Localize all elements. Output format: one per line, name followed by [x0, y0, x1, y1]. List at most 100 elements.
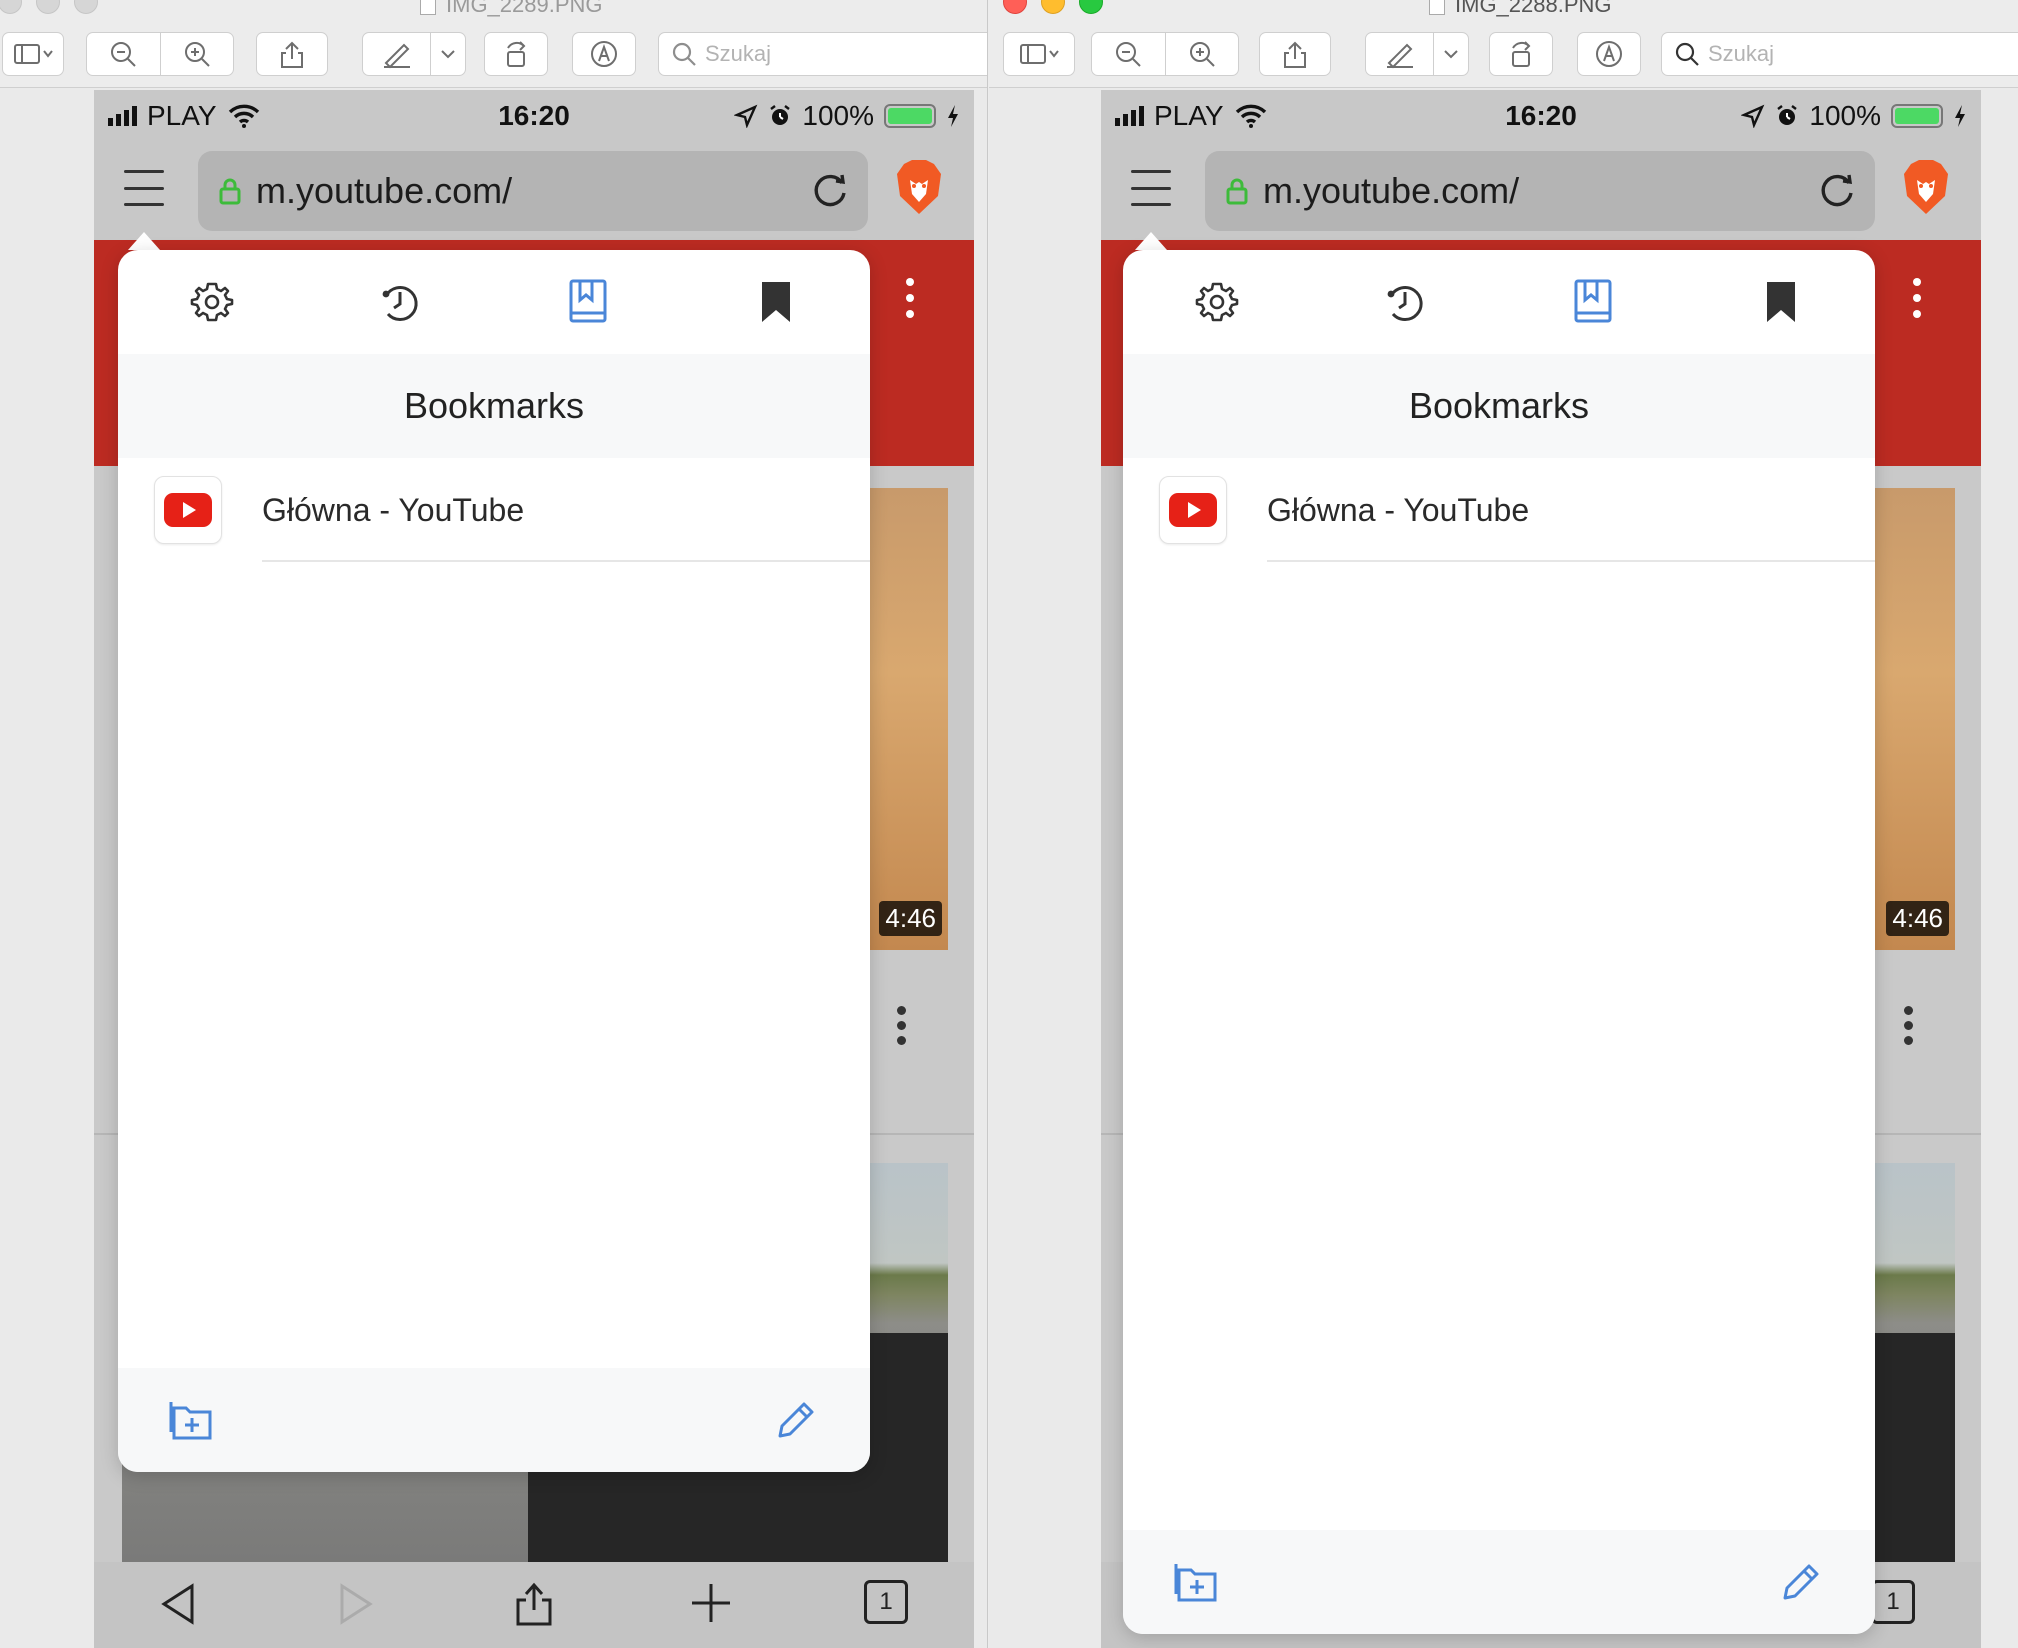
tab-settings[interactable]	[1123, 250, 1311, 354]
window-controls	[1003, 0, 1103, 14]
zoom-out-button[interactable]	[1092, 39, 1165, 69]
markup-menu-button[interactable]	[431, 48, 465, 60]
search-field[interactable]: Szukaj	[658, 32, 987, 76]
address-bar[interactable]: m.youtube.com/	[198, 151, 868, 231]
new-folder-icon[interactable]	[168, 1396, 216, 1444]
bookmark-item[interactable]: Główna - YouTube	[1123, 458, 1875, 562]
minimize-window-button[interactable]	[36, 0, 60, 14]
close-window-button[interactable]	[0, 0, 22, 14]
brave-lion-icon[interactable]	[894, 158, 944, 218]
reload-icon[interactable]	[808, 169, 852, 213]
window-title: IMG_2288.PNG	[1429, 0, 1612, 18]
share-button[interactable]	[1259, 32, 1331, 76]
annotate-button[interactable]	[1577, 32, 1641, 76]
tab-count: 1	[1886, 1588, 1900, 1615]
hamburger-menu-icon[interactable]	[124, 170, 164, 206]
zoom-out-button[interactable]	[87, 39, 160, 69]
markup-button[interactable]	[362, 32, 466, 76]
url-text: m.youtube.com/	[1263, 170, 1520, 211]
browser-url-row: m.youtube.com/	[1101, 148, 1981, 238]
new-tab-icon[interactable]	[688, 1580, 734, 1626]
pen-icon	[1386, 43, 1413, 69]
search-field[interactable]: Szukaj	[1661, 32, 2018, 76]
zoom-window-button[interactable]	[1079, 0, 1103, 14]
tab-settings[interactable]	[118, 250, 306, 354]
tab-reading-list[interactable]	[682, 250, 870, 354]
back-icon[interactable]	[158, 1580, 198, 1628]
panel-tab-bar	[1123, 250, 1875, 354]
tab-reading-list[interactable]	[1687, 250, 1875, 354]
share-button[interactable]	[256, 32, 328, 76]
panel-title-row: Bookmarks	[118, 354, 870, 458]
bookmark-item[interactable]: Główna - YouTube	[118, 458, 870, 562]
phone-screenshot: PLAY 16:20 100% m.youtube.com/ 4:46 1 Bo…	[94, 90, 974, 1648]
hamburger-menu-icon[interactable]	[1131, 170, 1171, 206]
zoom-buttons	[86, 32, 234, 76]
chevron-down-icon	[1444, 50, 1458, 59]
tab-bookmarks[interactable]	[1499, 250, 1687, 354]
markup-menu-button[interactable]	[1434, 48, 1468, 60]
address-bar[interactable]: m.youtube.com/	[1205, 151, 1875, 231]
ios-status-bar: PLAY 16:20 100%	[1101, 90, 1981, 142]
bookmarks-panel: Bookmarks Główna - YouTube	[1123, 250, 1875, 1634]
file-icon	[1429, 0, 1445, 15]
rotate-button[interactable]	[1489, 32, 1553, 76]
tab-history[interactable]	[306, 250, 494, 354]
video-more-icon[interactable]	[897, 1006, 906, 1045]
zoom-window-button[interactable]	[74, 0, 98, 14]
sidebar-toggle-button[interactable]	[2, 32, 64, 76]
charging-bolt-icon	[948, 105, 958, 127]
search-placeholder: Szukaj	[1708, 41, 1775, 66]
new-folder-icon[interactable]	[1173, 1558, 1221, 1606]
preview-toolbar: Szukaj	[989, 28, 2018, 80]
chevron-down-icon	[441, 50, 455, 59]
preview-window-left: IMG_2289.PNG Szukaj PLAY 16:20 100% m.yo…	[0, 0, 988, 1648]
sidebar-toggle-button[interactable]	[1003, 32, 1075, 76]
window-title-text: IMG_2288.PNG	[1455, 0, 1612, 17]
tab-count: 1	[879, 1588, 893, 1615]
battery-percentage: 100%	[1809, 100, 1881, 131]
panel-tab-bar	[118, 250, 870, 354]
zoom-out-icon	[1116, 42, 1141, 67]
more-vert-icon[interactable]	[1913, 278, 1921, 318]
video-thumbnail[interactable]: 4:46	[1875, 488, 1955, 950]
window-title-text: IMG_2289.PNG	[446, 0, 603, 17]
gear-icon	[1195, 282, 1239, 322]
window-titlebar: IMG_2289.PNG Szukaj	[0, 0, 987, 88]
bookmarks-book-icon	[569, 279, 607, 323]
rotate-button[interactable]	[484, 32, 548, 76]
zoom-in-button[interactable]	[161, 39, 234, 69]
share-icon	[281, 41, 303, 68]
pencil-icon[interactable]	[772, 1396, 820, 1444]
panel-title: Bookmarks	[1408, 385, 1590, 426]
markup-pen-button[interactable]	[363, 39, 430, 69]
share-icon[interactable]	[512, 1580, 556, 1628]
minimize-window-button[interactable]	[1041, 0, 1065, 14]
tab-count-button[interactable]: 1	[864, 1580, 908, 1624]
zoom-in-button[interactable]	[1166, 39, 1239, 69]
markup-button[interactable]	[1365, 32, 1469, 76]
phone-screenshot: PLAY 16:20 100% m.youtube.com/ 4:46 1 Bo…	[1101, 90, 1981, 1648]
status-right: 100%	[734, 100, 960, 132]
tab-bookmarks[interactable]	[494, 250, 682, 354]
tab-history[interactable]	[1311, 250, 1499, 354]
reload-icon[interactable]	[1815, 169, 1859, 213]
lock-icon	[1226, 178, 1248, 205]
battery-icon	[884, 104, 936, 128]
more-vert-icon[interactable]	[906, 278, 914, 318]
ios-status-bar: PLAY 16:20 100%	[94, 90, 974, 142]
pencil-icon[interactable]	[1777, 1558, 1825, 1606]
video-thumbnail[interactable]: 4:46	[868, 488, 948, 950]
forward-icon[interactable]	[336, 1580, 376, 1628]
youtube-favicon	[1159, 476, 1227, 544]
tab-count-button[interactable]: 1	[1871, 1580, 1915, 1624]
bookmark-separator	[1267, 560, 1875, 562]
youtube-play-icon	[164, 493, 212, 527]
youtube-favicon	[154, 476, 222, 544]
brave-lion-icon[interactable]	[1901, 158, 1951, 218]
annotate-button[interactable]	[572, 32, 636, 76]
video-more-icon[interactable]	[1904, 1006, 1913, 1045]
alarm-icon	[1777, 105, 1798, 125]
close-window-button[interactable]	[1003, 0, 1027, 14]
markup-pen-button[interactable]	[1366, 39, 1433, 69]
